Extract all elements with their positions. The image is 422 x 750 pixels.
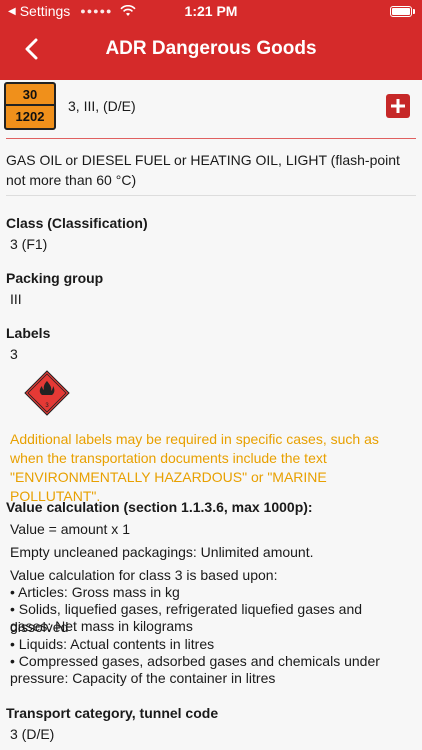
add-button[interactable] <box>386 94 410 118</box>
status-time: 1:21 PM <box>184 3 238 19</box>
un-summary: 3, III, (D/E) <box>68 98 136 114</box>
divider <box>6 195 416 196</box>
divider <box>6 138 416 139</box>
value-formula: Value = amount x 1 <box>10 521 130 537</box>
battery-icon <box>390 6 415 17</box>
value-calculation-title: Value calculation (section 1.1.3.6, max … <box>6 499 313 515</box>
calc-basis-line: pressure: Capacity of the container in l… <box>10 670 276 686</box>
labels-title: Labels <box>6 325 51 341</box>
calc-basis-line: • Compressed gases, adsorbed gases and c… <box>10 653 380 669</box>
proper-shipping-name: GAS OIL or DIESEL FUEL or HEATING OIL, L… <box>6 152 400 188</box>
plus-icon <box>391 99 405 113</box>
calc-basis-line: • Articles: Gross mass in kg <box>10 584 180 600</box>
calc-basis-line: gases: Net mass in kilograms <box>10 618 193 634</box>
page-title: ADR Dangerous Goods <box>105 38 317 59</box>
flammable-liquid-label-icon: 3 <box>24 370 70 416</box>
labels-note: Additional labels may be required in spe… <box>10 431 379 504</box>
calc-basis-line: • Liquids: Actual contents in litres <box>10 636 215 652</box>
labels-value: 3 <box>10 346 18 362</box>
transport-category-title: Transport category, tunnel code <box>6 705 219 721</box>
app-header: ◀ Settings ●●●●● 1:21 PM ADR Dangerous G… <box>0 0 422 80</box>
empty-packagings: Empty uncleaned packagings: Unlimited am… <box>10 544 314 560</box>
class-title: Class (Classification) <box>6 215 148 231</box>
packing-group-value: III <box>10 291 22 307</box>
status-bar: ◀ Settings ●●●●● 1:21 PM <box>0 0 422 22</box>
class-value: 3 (F1) <box>10 236 48 252</box>
orange-hazard-plate: 30 1202 <box>4 82 56 130</box>
un-row: 30 1202 3, III, (D/E) <box>4 82 418 134</box>
packing-group-title: Packing group <box>6 270 104 286</box>
un-number: 1202 <box>15 109 45 124</box>
transport-category-value: 3 (D/E) <box>10 726 55 742</box>
calc-basis-line: Value calculation for class 3 is based u… <box>10 567 278 583</box>
hazard-identification-number: 30 <box>6 84 54 106</box>
